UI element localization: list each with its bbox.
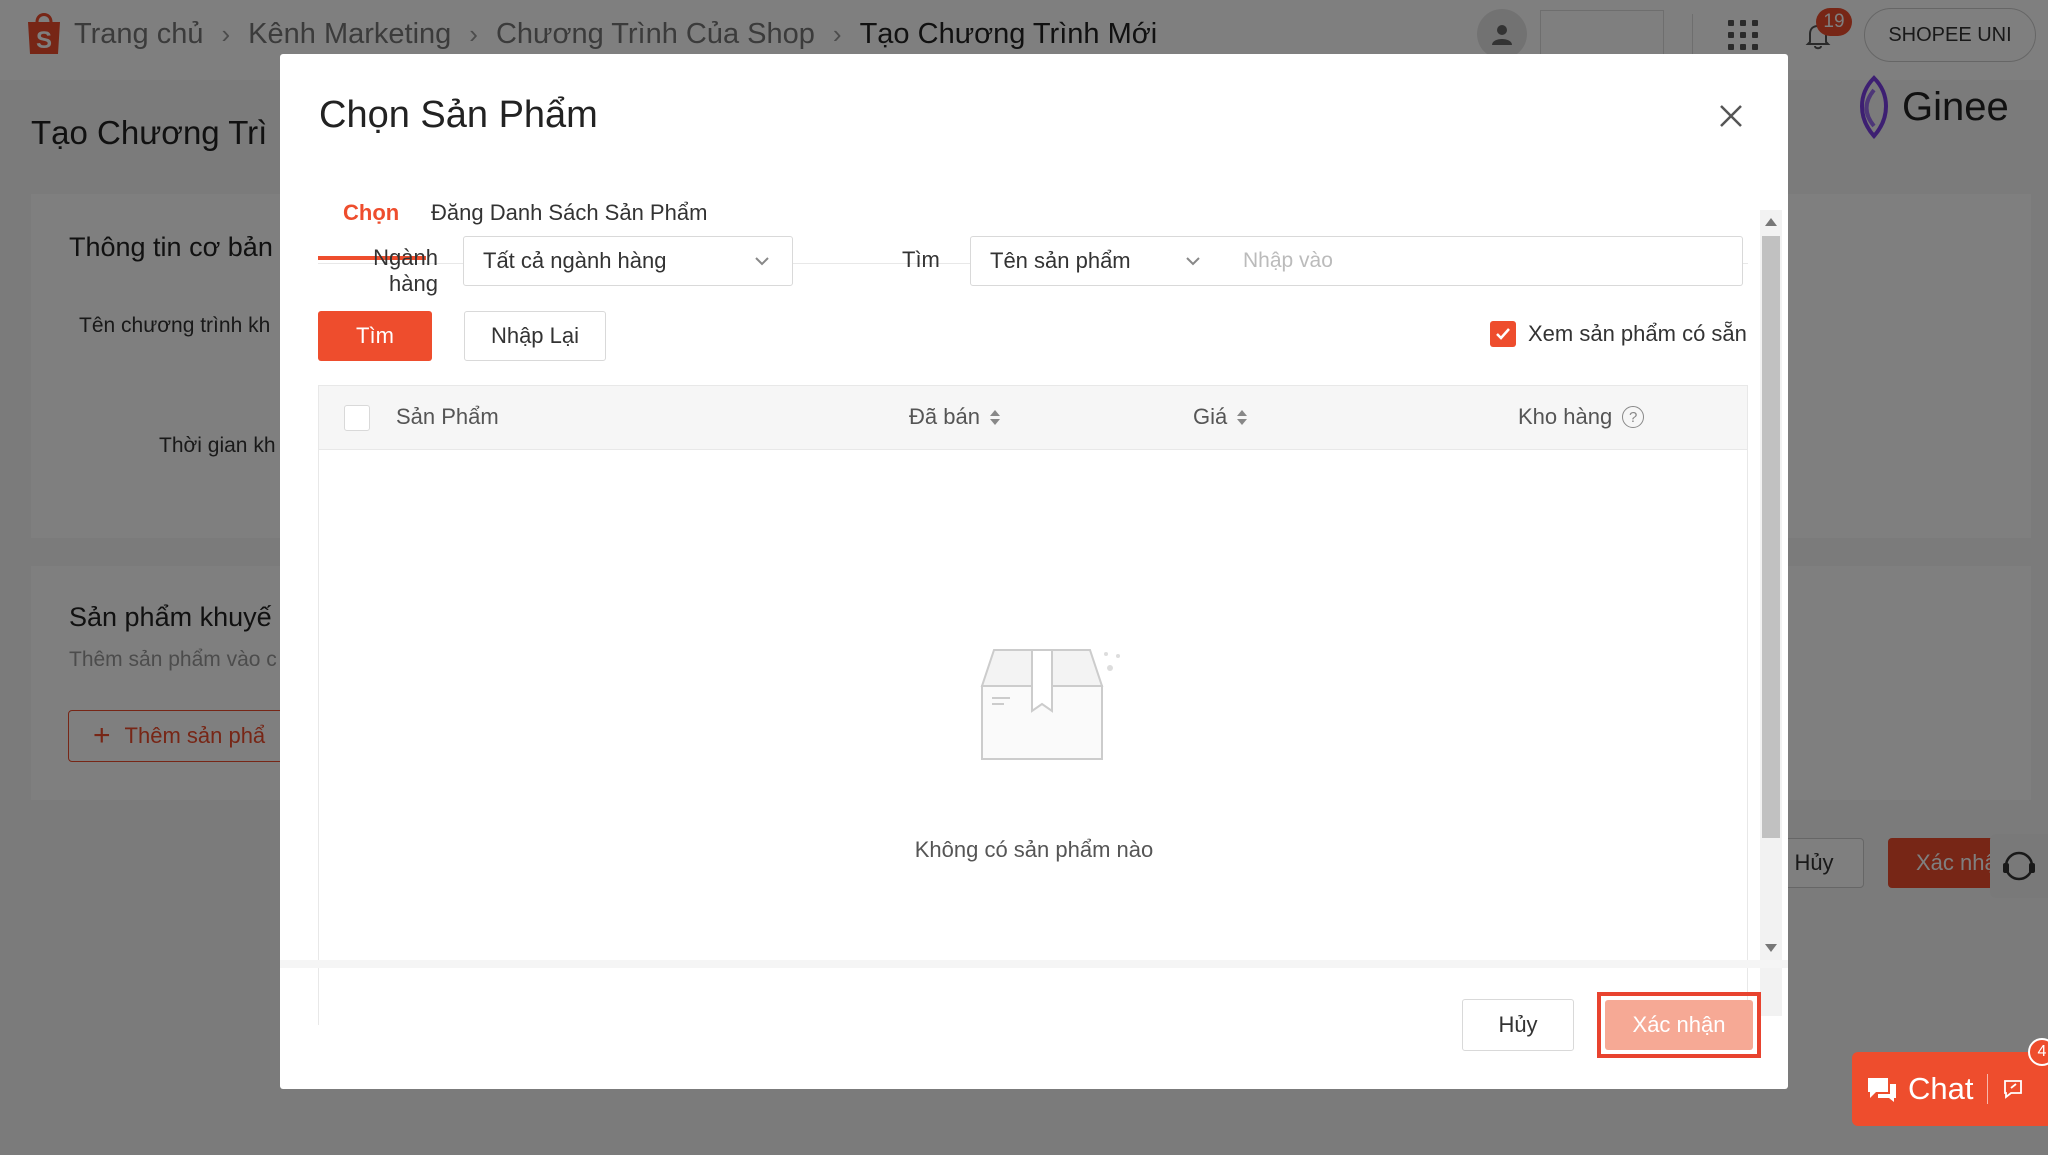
column-product: Sản Phẩm [396, 404, 499, 429]
search-button[interactable]: Tìm [318, 311, 432, 361]
empty-state-text: Không có sản phẩm nào [914, 837, 1154, 862]
chat-label: Chat [1908, 1071, 1974, 1106]
chat-unread-badge: 4 [2028, 1038, 2048, 1066]
select-all-checkbox[interactable] [344, 405, 370, 431]
search-field-select[interactable]: Tên sản phẩm [970, 236, 1224, 286]
select-product-modal: Chọn Sản Phẩm Chọn Đăng Danh Sách Sản Ph… [280, 54, 1788, 1089]
chevron-down-icon [755, 257, 769, 266]
column-price[interactable]: Giá [1193, 404, 1248, 430]
scroll-up-arrow-icon[interactable] [1765, 218, 1777, 226]
category-label: Ngành hàng [373, 245, 438, 296]
sort-icon[interactable] [989, 409, 1000, 425]
table-header: Sản Phẩm Đã bán Giá Kho hàng ? [319, 386, 1747, 450]
help-icon[interactable]: ? [1622, 406, 1645, 428]
category-select[interactable]: Tất cả ngành hàng [463, 236, 793, 286]
chat-button[interactable]: Chat [1852, 1052, 2048, 1126]
available-only-label: Xem sản phẩm có sẵn [1528, 321, 1747, 346]
popout-icon[interactable] [2002, 1078, 2024, 1100]
scrollbar-thumb[interactable] [1762, 236, 1780, 838]
confirm-highlight-box: Xác nhận [1597, 992, 1761, 1058]
checkbox-checked-icon[interactable] [1490, 321, 1516, 347]
chevron-down-icon [1186, 257, 1200, 266]
modal-confirm-button[interactable]: Xác nhận [1605, 1000, 1753, 1050]
column-stock: Kho hàng ? [1518, 404, 1645, 430]
empty-box-icon [980, 649, 1120, 760]
close-icon[interactable] [1713, 98, 1749, 134]
modal-cancel-button[interactable]: Hủy [1462, 999, 1574, 1051]
chat-bubble-icon [1868, 1078, 1896, 1102]
available-only-toggle[interactable]: Xem sản phẩm có sẵn [1490, 321, 1747, 347]
reset-button[interactable]: Nhập Lại [464, 311, 606, 361]
scroll-down-arrow-icon[interactable] [1765, 944, 1777, 952]
column-sold[interactable]: Đã bán [909, 404, 1000, 430]
footer-separator [280, 960, 1788, 968]
search-label: Tìm [902, 247, 940, 272]
product-table: Sản Phẩm Đã bán Giá Kho hàng ? Không có … [318, 385, 1748, 1025]
sort-icon[interactable] [1237, 409, 1248, 425]
modal-title: Chọn Sản Phẩm [319, 94, 598, 136]
search-input[interactable] [1223, 236, 1743, 286]
divider [1987, 1074, 1989, 1104]
